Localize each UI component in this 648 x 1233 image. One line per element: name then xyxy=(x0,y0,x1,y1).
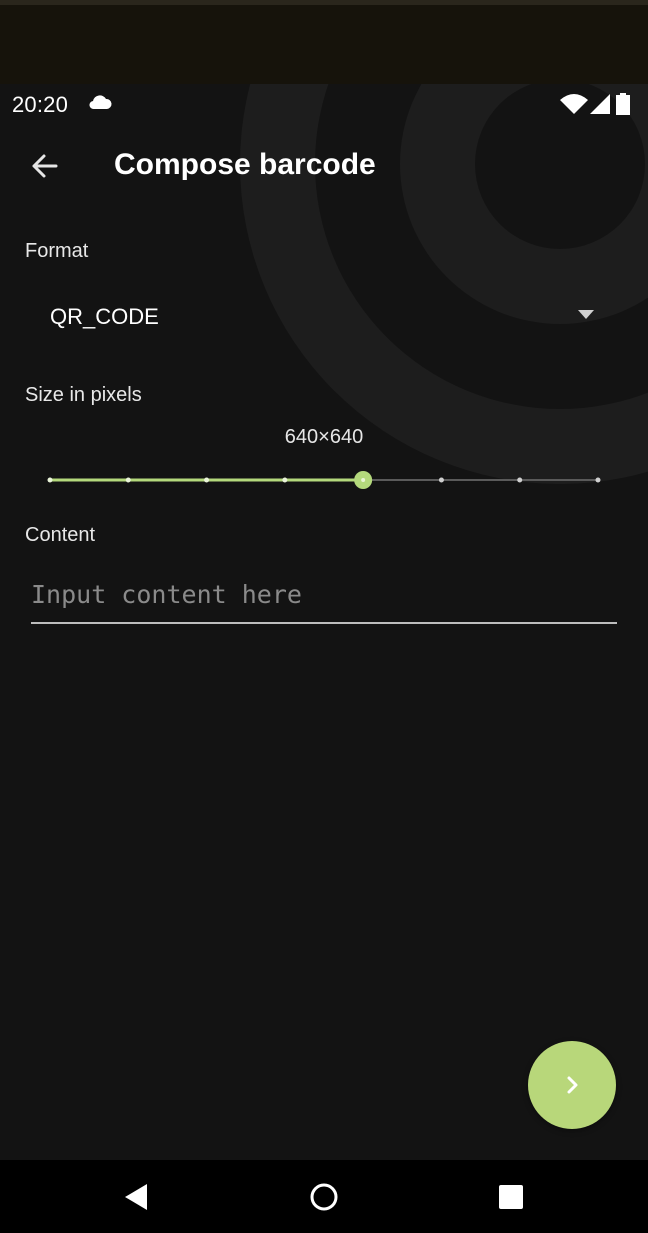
format-selected-value: QR_CODE xyxy=(50,304,159,329)
app-bar: Compose barcode xyxy=(0,130,648,200)
slider-tick xyxy=(47,477,53,483)
format-label: Format xyxy=(25,240,89,262)
cloud-icon xyxy=(89,95,112,110)
format-dropdown[interactable]: QR_CODE xyxy=(34,290,612,346)
nav-recents-icon xyxy=(499,1185,523,1209)
status-bar: 20:20 xyxy=(0,84,648,122)
battery-icon xyxy=(616,93,630,115)
status-time: 20:20 xyxy=(12,92,69,117)
nav-home-button[interactable] xyxy=(309,1182,339,1212)
size-label: Size in pixels xyxy=(25,384,142,406)
next-button[interactable] xyxy=(528,1041,616,1129)
back-button[interactable] xyxy=(26,148,62,184)
wifi-icon xyxy=(560,94,588,114)
slider-thumb-center xyxy=(361,478,366,482)
top-strip-line xyxy=(0,0,648,5)
nav-back-button[interactable] xyxy=(121,1182,151,1212)
dropdown-arrow-icon xyxy=(578,310,594,319)
slider-tick xyxy=(595,477,601,483)
status-icons xyxy=(560,93,630,115)
slider-tick xyxy=(204,477,210,483)
chevron-right-icon xyxy=(567,1076,578,1094)
slider-tick xyxy=(517,477,523,483)
content-field[interactable] xyxy=(31,570,617,624)
slider-track xyxy=(47,471,601,489)
page-title: Compose barcode xyxy=(114,148,376,181)
arrow-back-icon xyxy=(32,154,58,178)
signal-icon xyxy=(590,94,610,114)
nav-home-icon xyxy=(310,1183,338,1211)
content-label: Content xyxy=(25,524,96,546)
navigation-bar xyxy=(0,1160,648,1233)
size-slider[interactable] xyxy=(47,470,601,490)
nav-back-icon xyxy=(125,1184,147,1210)
top-area xyxy=(0,0,648,84)
nav-recents-button[interactable] xyxy=(496,1182,526,1212)
slider-tick xyxy=(125,477,131,483)
slider-tick xyxy=(282,477,288,483)
slider-tick xyxy=(438,477,444,483)
size-value: 640×640 xyxy=(284,426,364,448)
content-input[interactable] xyxy=(31,570,617,618)
